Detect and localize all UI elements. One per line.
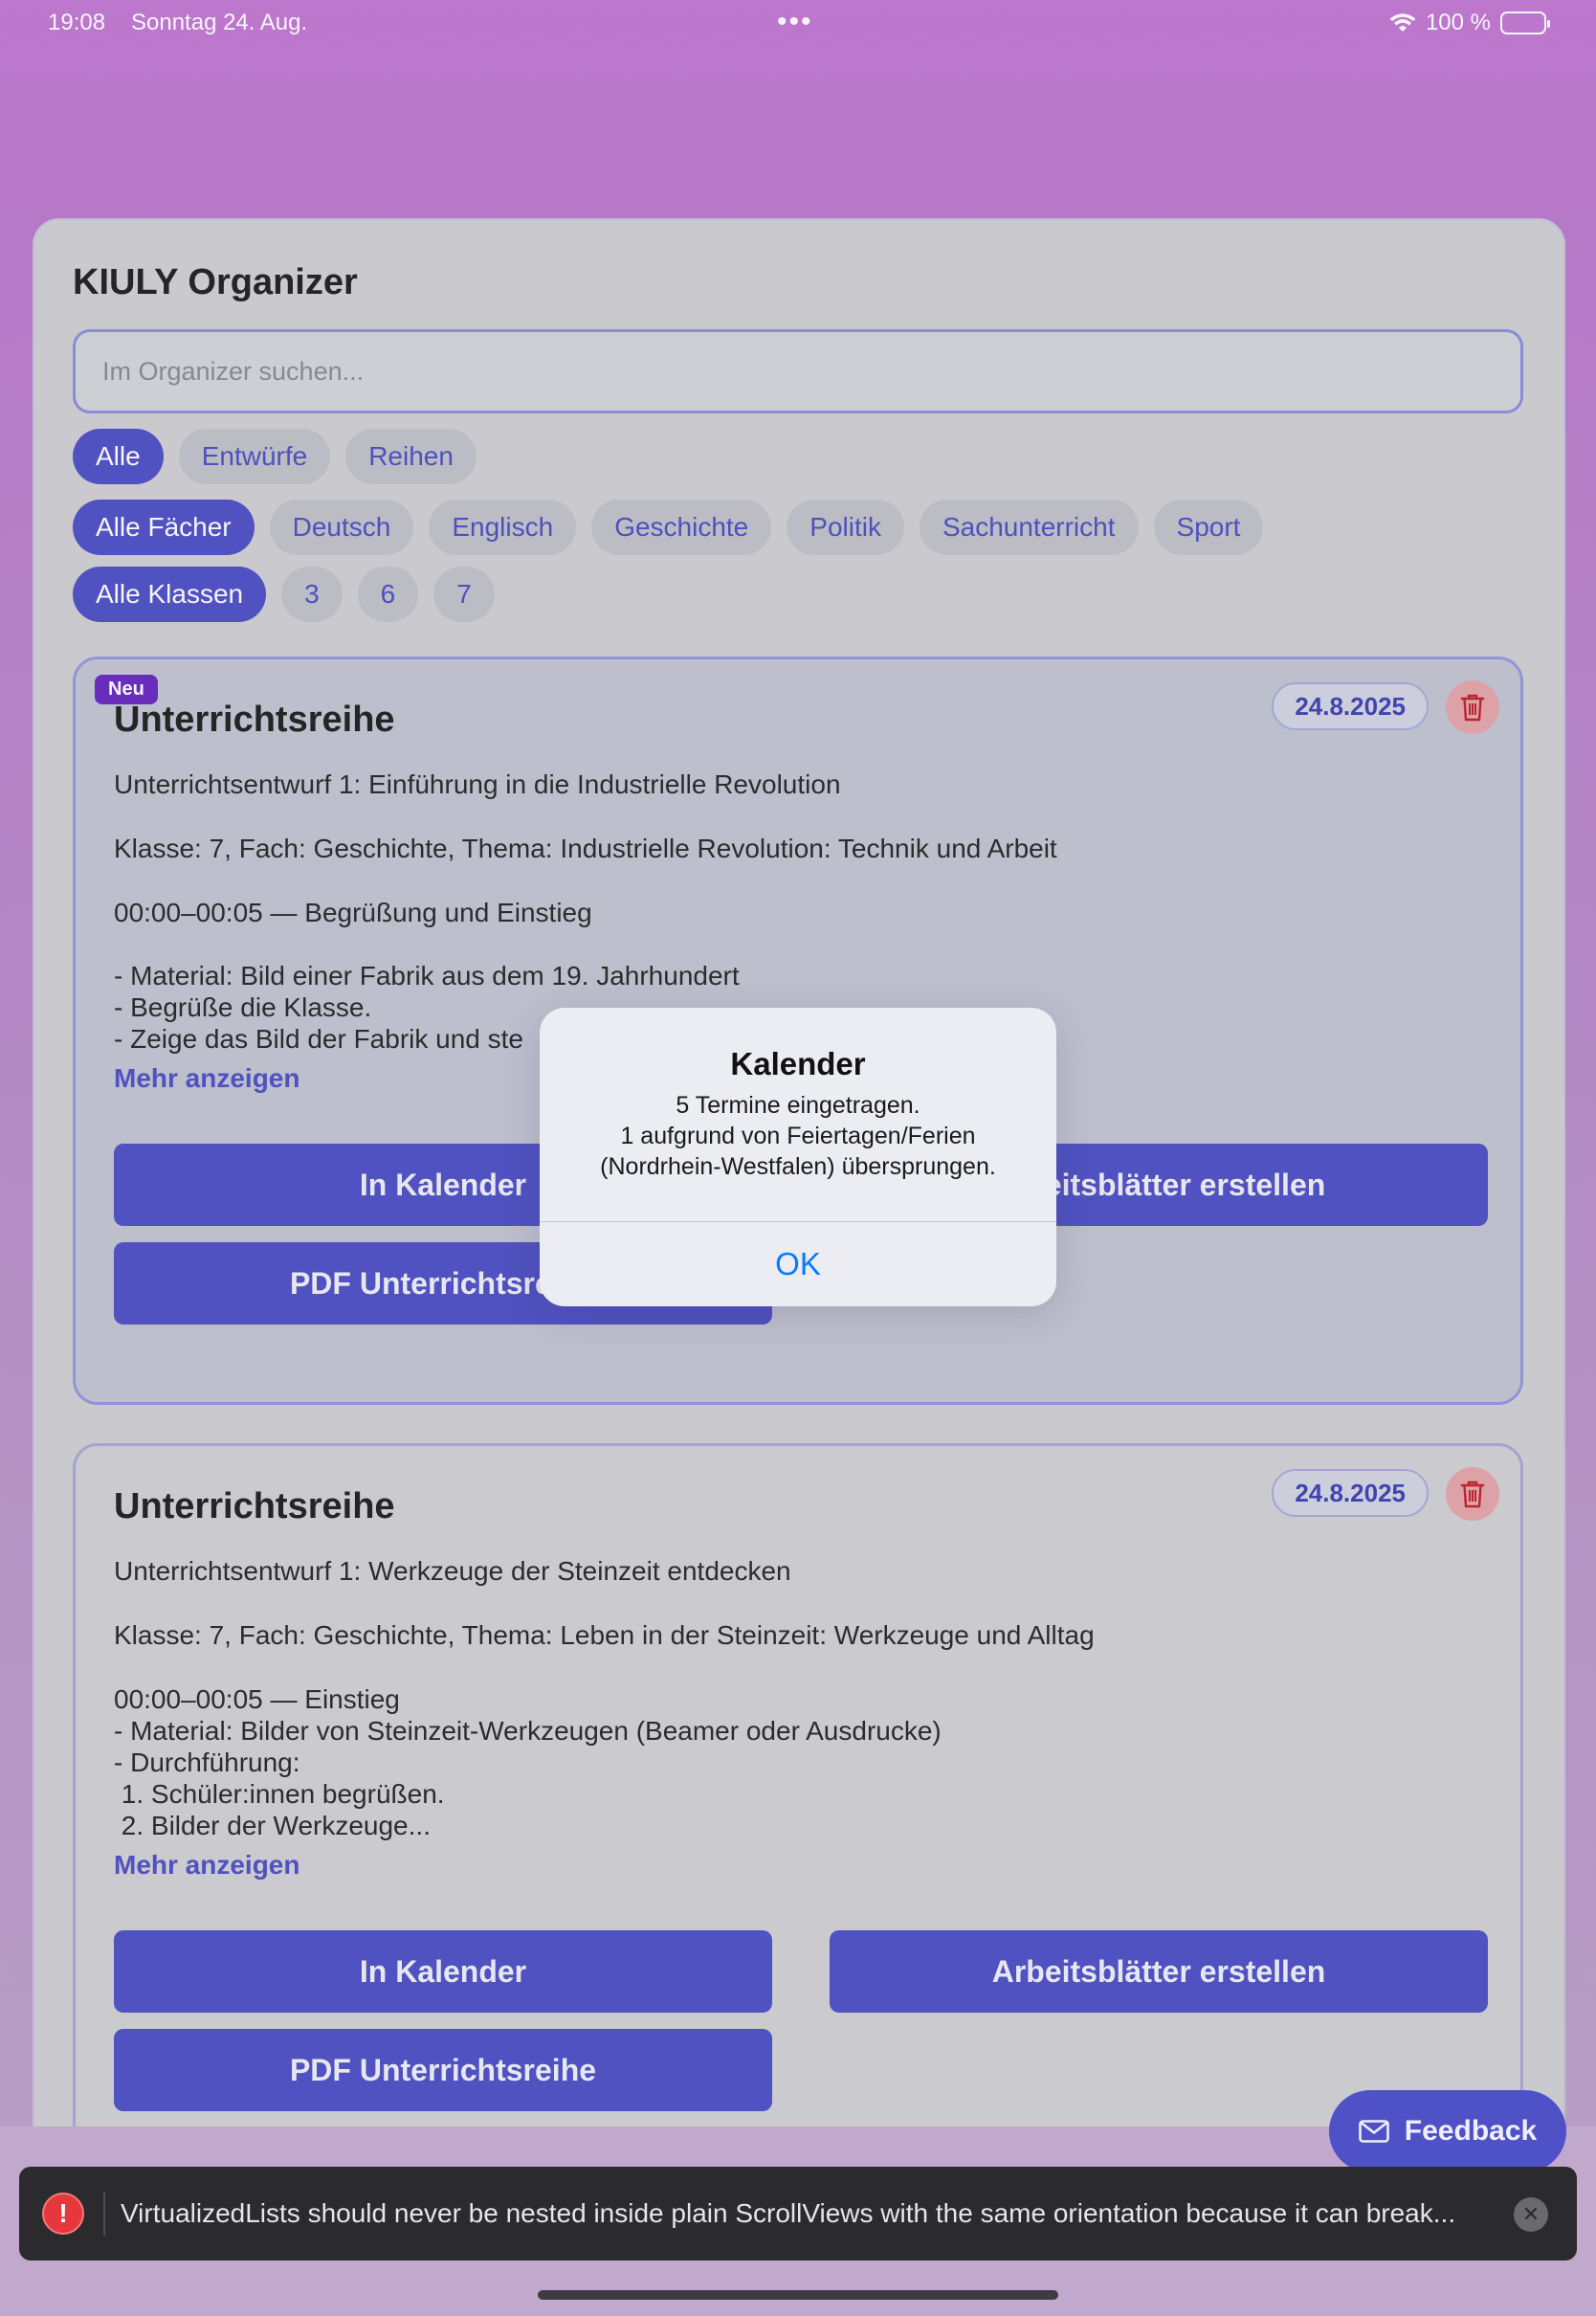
alert-message: 5 Termine eingetragen. 1 aufgrund von Fe… <box>559 1090 1037 1182</box>
error-message: VirtualizedLists should never be nested … <box>121 2198 1456 2228</box>
alert-ok-button[interactable]: OK <box>540 1222 1056 1306</box>
close-icon[interactable]: ✕ <box>1514 2197 1548 2232</box>
toast-divider <box>103 2192 105 2236</box>
alert-message-line: 5 Termine eingetragen. <box>676 1092 920 1119</box>
calendar-alert-dialog: Kalender 5 Termine eingetragen. 1 aufgru… <box>540 1008 1056 1306</box>
home-indicator[interactable] <box>538 2290 1058 2300</box>
mail-icon <box>1358 2120 1389 2143</box>
error-icon: ! <box>42 2193 84 2235</box>
feedback-label: Feedback <box>1404 2115 1538 2147</box>
error-toast[interactable]: ! VirtualizedLists should never be neste… <box>19 2167 1577 2260</box>
feedback-button[interactable]: Feedback <box>1329 2090 1566 2172</box>
alert-title: Kalender <box>730 1046 866 1081</box>
alert-message-line: 1 aufgrund von Feiertagen/Ferien <box>620 1123 976 1149</box>
alert-message-line: (Nordrhein-Westfalen) übersprungen. <box>600 1153 996 1180</box>
